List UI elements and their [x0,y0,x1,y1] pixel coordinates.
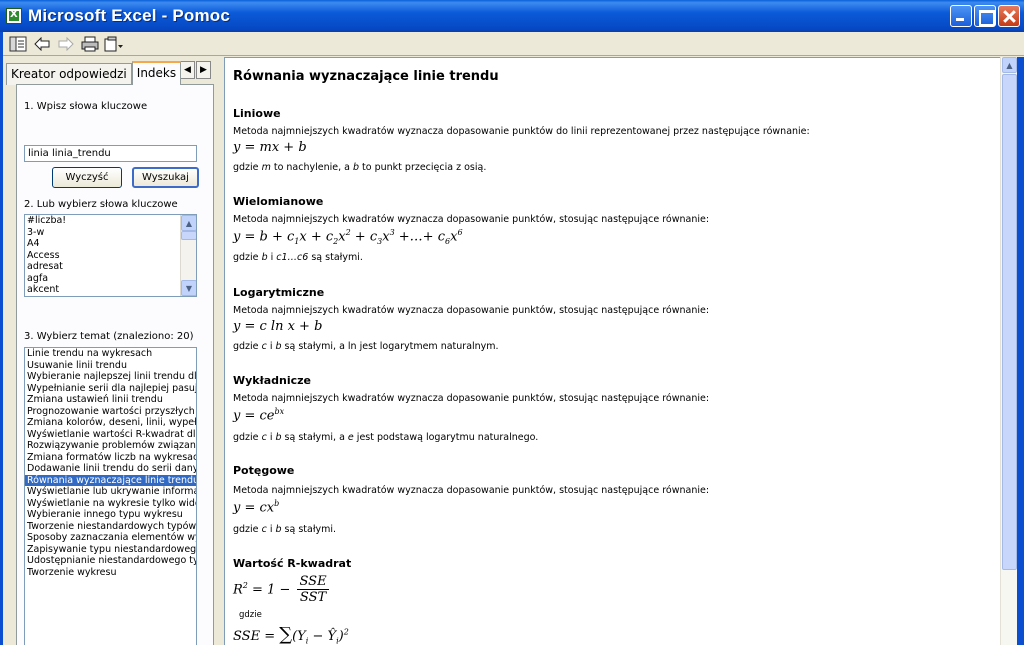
topic-item[interactable]: Wyświetlanie lub ukrywanie informacji na [25,486,196,498]
topic-item[interactable]: Zapisywanie typu niestandardowego do [25,544,196,556]
r2-where: gdzie [239,610,262,620]
section-title-r2: Wartość R-kwadrat [233,557,352,570]
keyword-item[interactable]: #liczba! [25,215,196,227]
topic-item[interactable]: Rozwiązywanie problemów związanych z [25,440,196,452]
keyword-input[interactable] [24,145,197,162]
keyword-item[interactable]: Access [25,250,196,262]
keyword-item[interactable]: akcent [25,284,196,296]
topic-item[interactable]: Wybieranie najlepszej linii trendu dla d… [25,371,196,383]
article-pane: Równania wyznaczające linie trendu Linio… [224,57,1000,645]
article-scrollbar[interactable]: ▲ [1000,57,1017,645]
print-icon[interactable] [80,35,100,53]
poly-note: gdzie b i c1…c6 są stałymi. [233,252,363,263]
poly-equation: y = b + c1x + c2x2 + c3x3 +…+ c6x6 [233,228,463,246]
scroll-thumb[interactable] [181,231,196,240]
article-scroll-thumb[interactable] [1002,74,1017,570]
log-note: gdzie c i b są stałymi, a ln jest logary… [233,341,499,352]
options-icon[interactable] [104,35,124,53]
tab-scroll-left-button[interactable]: ◀ [180,61,195,79]
power-equation: y = cxb [233,499,280,516]
topic-item[interactable]: Dodawanie linii trendu do serii danych [25,463,196,475]
topic-item[interactable]: Linie trendu na wykresach [25,348,196,360]
minimize-button[interactable] [950,5,972,27]
r2-equation: R2 = 1 − SSE SST [233,574,329,605]
article-title: Równania wyznaczające linie trendu [233,69,499,84]
window-border-left [0,32,3,645]
linear-note: gdzie m to nachylenie, a b to punkt prze… [233,162,487,173]
toolbar [0,32,1024,56]
poly-desc: Metoda najmniejszych kwadratów wyznacza … [233,214,710,225]
topic-item[interactable]: Wypełnianie serii dla najlepiej pasujące… [25,383,196,395]
power-note: gdzie c i b są stałymi. [233,524,337,535]
clear-button[interactable]: Wyczyść [52,167,122,188]
linear-equation: y = mx + b [233,140,307,155]
topic-item[interactable]: Usuwanie linii trendu [25,360,196,372]
show-hide-icon[interactable] [8,35,28,53]
topic-item[interactable]: Zmiana kolorów, deseni, linii, wypełnień [25,417,196,429]
topic-item[interactable]: Zmiana ustawień linii trendu [25,394,196,406]
step2-label: 2. Lub wybierz słowa kluczowe [24,199,178,210]
section-title-exp: Wykładnicze [233,374,311,387]
section-title-log: Logarytmiczne [233,286,325,299]
article-scroll-up-button[interactable]: ▲ [1002,57,1017,73]
topic-item[interactable]: Wybieranie innego typu wykresu [25,509,196,521]
scroll-down-button[interactable]: ▼ [181,280,196,296]
window-border-right [1017,57,1024,645]
step1-label: 1. Wpisz słowa kluczowe [24,101,148,112]
keyword-item[interactable]: adresat [25,261,196,273]
power-desc: Metoda najmniejszych kwadratów wyznacza … [233,485,710,496]
topic-item[interactable]: Równania wyznaczające linie trendu [25,474,196,486]
section-title-power: Potęgowe [233,464,295,477]
topic-item[interactable]: Wyświetlanie na wykresie tylko widoczny [25,498,196,510]
topic-item[interactable]: Zmiana formatów liczb na wykresach [25,452,196,464]
exp-note: gdzie c i b są stałymi, a e jest podstaw… [233,432,539,443]
keyword-item[interactable]: A4 [25,238,196,250]
topic-item[interactable]: Prognozowanie wartości przyszłych i prz [25,406,196,418]
window-title: Microsoft Excel - Pomoc [28,6,231,25]
section-title-poly: Wielomianowe [233,195,324,208]
keyword-listbox[interactable]: #liczba! 3-w A4 Access adresat agfa akcent ▲ ▼ [24,214,197,297]
topic-item[interactable]: Udostępnianie niestandardowego typu w [25,555,196,567]
topic-item[interactable]: Sposoby zaznaczania elementów wykres [25,532,196,544]
exp-desc: Metoda najmniejszych kwadratów wyznacza … [233,393,710,404]
forward-icon[interactable] [56,35,76,53]
close-button[interactable] [998,5,1020,27]
linear-desc: Metoda najmniejszych kwadratów wyznacza … [233,126,810,137]
sse-equation: SSE = ∑(Yi − Ŷi)2 [233,624,349,645]
navigation-pane: Kreator odpowiedzi Indeks ◀ ▶ 1. Wpisz s… [0,57,218,645]
section-title-linear: Liniowe [233,107,281,120]
maximize-button[interactable] [974,5,996,27]
keyword-scrollbar[interactable]: ▲ ▼ [180,215,196,296]
scroll-up-button[interactable]: ▲ [181,215,196,231]
tab-answer-wizard[interactable]: Kreator odpowiedzi [6,63,132,85]
log-desc: Metoda najmniejszych kwadratów wyznacza … [233,305,710,316]
topic-listbox[interactable]: Linie trendu na wykresach Usuwanie linii … [24,347,197,645]
step3-label: 3. Wybierz temat (znaleziono: 20) [24,331,194,342]
topic-item[interactable]: Tworzenie niestandardowych typów wyk [25,521,196,533]
search-button[interactable]: Wyszukaj [132,167,199,188]
keyword-item[interactable]: 3-w [25,227,196,239]
topic-item[interactable]: Tworzenie wykresu [25,567,196,579]
log-equation: y = c ln x + b [233,319,323,334]
tab-index[interactable]: Indeks [131,61,182,85]
index-panel: 1. Wpisz słowa kluczowe Wyczyść Wyszukaj… [16,84,214,645]
excel-app-icon[interactable] [6,8,22,24]
exp-equation: y = cebx [233,407,285,424]
back-icon[interactable] [32,35,52,53]
topic-item[interactable]: Wyświetlanie wartości R-kwadrat dla lini… [25,429,196,441]
keyword-item[interactable]: agfa [25,273,196,285]
title-bar[interactable]: Microsoft Excel - Pomoc [0,0,1024,32]
tab-scroll-right-button[interactable]: ▶ [196,61,211,79]
